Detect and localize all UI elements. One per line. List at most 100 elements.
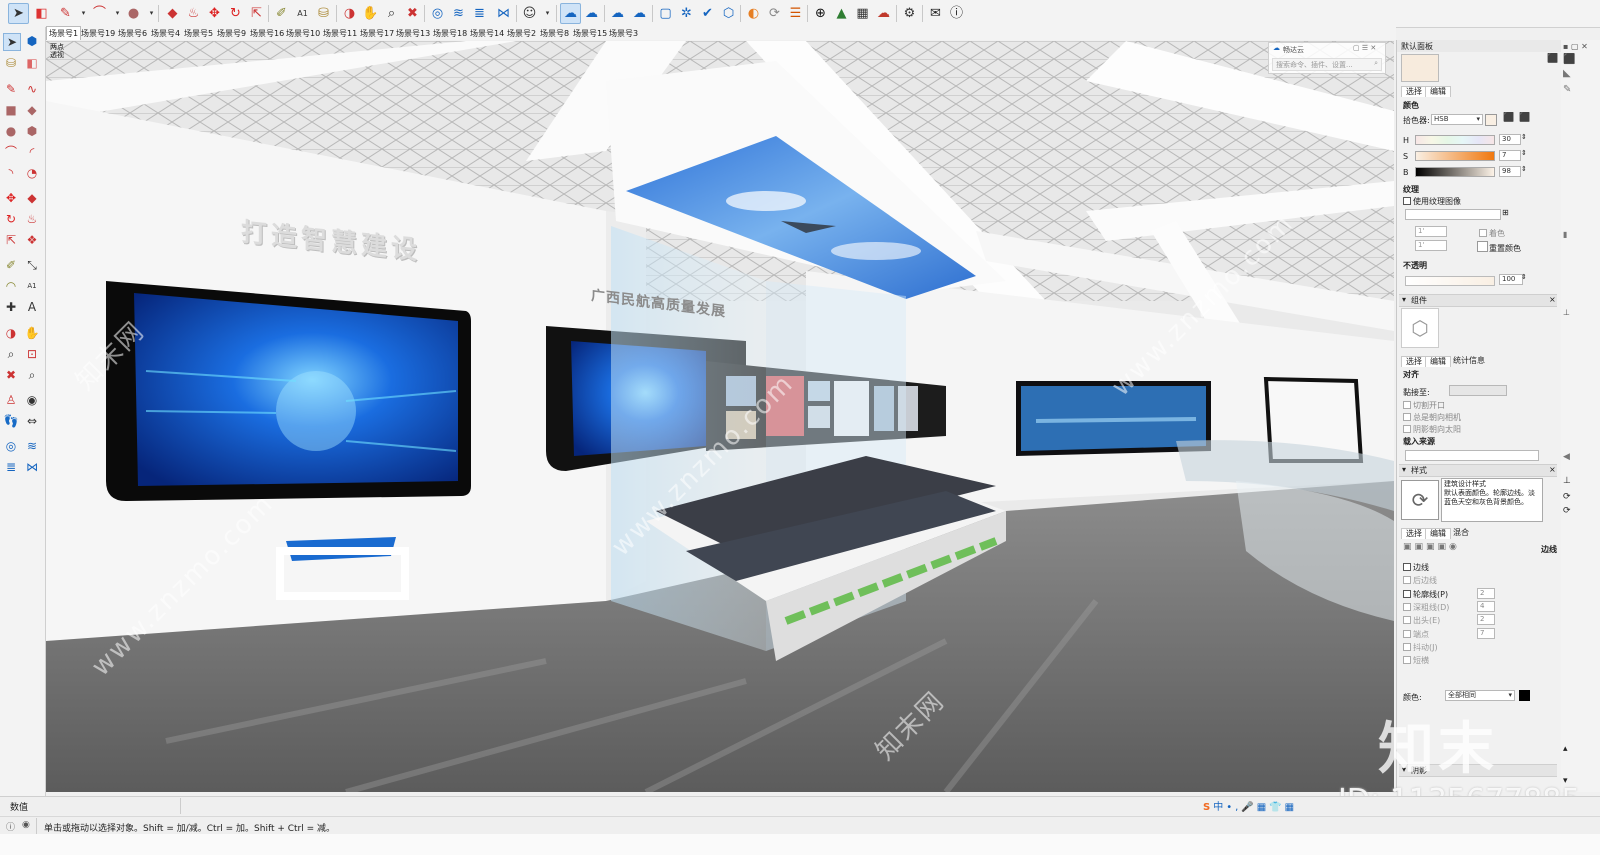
pencil-icon[interactable]: ✎ (3, 81, 19, 97)
pin-icon[interactable]: ⊥ (1563, 476, 1571, 486)
arc3-icon[interactable]: ◝ (3, 165, 19, 181)
zoom-extents-icon[interactable]: ✖ (3, 367, 19, 383)
select-icon[interactable]: ➤ (8, 3, 29, 24)
orbit-icon[interactable]: ◑ (3, 325, 19, 341)
stepper-icon[interactable]: ⇕ (1521, 165, 1527, 173)
section-icon[interactable]: ◎ (3, 438, 19, 454)
stepper-icon[interactable]: ⇕ (1521, 273, 1527, 281)
push-pull-icon[interactable]: ◆ (163, 4, 182, 23)
zoom-extents-icon[interactable]: ✖ (403, 4, 422, 23)
polygon-icon[interactable]: ⬢ (24, 123, 40, 139)
rotated-rectangle-icon[interactable]: ◆ (24, 102, 40, 118)
scene-tab[interactable]: 场景号17 (358, 27, 396, 40)
arc-icon[interactable]: ⌒ (3, 144, 19, 160)
model-viewport[interactable]: 两点 透视 打造智慧建设 广西民航高质量发展 ☁ 畅达云 ▢ ☰ ✕ 搜索命令、插… (46, 41, 1394, 792)
component-icon[interactable]: ⬡ (719, 4, 738, 23)
freehand-icon[interactable]: ∿ (24, 81, 40, 97)
s-slider[interactable] (1415, 151, 1495, 161)
tab-edit[interactable]: 编辑 (1425, 356, 1451, 367)
circle-icon[interactable]: ● (124, 4, 143, 23)
colorize-checkbox[interactable]: 着色 (1479, 228, 1505, 239)
checkbox[interactable] (1403, 563, 1411, 571)
scene-tab[interactable]: 场景号6 (116, 27, 149, 40)
scene-tab[interactable]: 场景号14 (468, 27, 506, 40)
edge-option-value[interactable]: 2 (1477, 614, 1495, 626)
checkbox[interactable] (1403, 576, 1411, 585)
gear-icon[interactable]: ✲ (677, 4, 696, 23)
axes-icon[interactable]: ✚ (3, 299, 19, 315)
scale-icon[interactable]: ⇱ (3, 232, 19, 248)
cloud-search-icon[interactable]: ☁ (582, 4, 601, 23)
h-input[interactable]: 30 (1499, 134, 1521, 145)
component-icon[interactable]: ⬢ (24, 33, 40, 49)
scene-tab[interactable]: 场景号1 (46, 26, 82, 40)
scene-tab[interactable]: 场景号19 (79, 27, 117, 40)
b-slider[interactable] (1415, 167, 1495, 177)
select-icon[interactable]: ➤ (3, 33, 21, 51)
tab-select[interactable]: 选择 (1401, 356, 1427, 367)
update-style-icon[interactable]: ⟳ (1563, 492, 1571, 502)
paint-bucket-icon[interactable]: ⛁ (3, 55, 19, 71)
mail-icon[interactable]: ✉ (926, 4, 945, 23)
edge-option-value[interactable]: 7 (1477, 627, 1495, 639)
sandbox-smoove-icon[interactable]: ⋈ (24, 459, 40, 475)
eraser-icon[interactable]: ◧ (32, 4, 51, 23)
push-pull-icon[interactable]: ◆ (24, 190, 40, 206)
component-preview-icon[interactable]: ⬡ (1401, 308, 1439, 348)
zoom-window-icon[interactable]: ⊡ (24, 346, 40, 362)
rectangle-icon[interactable]: ■ (3, 102, 19, 118)
load-from-input[interactable] (1405, 450, 1539, 461)
tab-mix[interactable]: 混合 (1449, 528, 1473, 538)
edge-option[interactable]: 深粗线(D) (1403, 602, 1449, 613)
layer-icon[interactable]: ≣ (3, 459, 19, 475)
scroll-up-icon[interactable]: ▴ (1563, 744, 1568, 754)
edge-option[interactable]: 端点 (1403, 629, 1429, 640)
cloud-sync-icon[interactable]: ☁ (630, 4, 649, 23)
glue-option-cut[interactable]: 切割开口 (1403, 400, 1445, 411)
picker-select[interactable]: HSB ▾ (1431, 114, 1483, 125)
edge-color-swatch[interactable] (1519, 690, 1530, 701)
zoom-icon[interactable]: ⌕ (3, 346, 19, 362)
pencil-icon[interactable]: ✎ (56, 4, 75, 23)
check-icon[interactable]: ✔ (698, 4, 717, 23)
scene-tab[interactable]: 场景号10 (284, 27, 322, 40)
scene-tab[interactable]: 场景号5 (182, 27, 215, 40)
chevron-down-icon[interactable]: ▾ (538, 4, 557, 23)
scene-tab[interactable]: 场景号13 (394, 27, 432, 40)
scene-tab[interactable]: 场景号8 (538, 27, 571, 40)
stepper-icon[interactable]: ⇕ (1521, 133, 1527, 141)
pan-icon[interactable]: ✋ (361, 4, 380, 23)
cube-icon[interactable]: ⬛ (1563, 54, 1575, 65)
follow-me-icon[interactable]: ♨ (184, 4, 203, 23)
tape-icon[interactable]: ✐ (3, 257, 19, 273)
edge-option[interactable]: 短横 (1403, 655, 1429, 666)
sandbox-smoove-icon[interactable]: ⋈ (494, 4, 513, 23)
sync-icon[interactable]: ⟳ (765, 4, 784, 23)
pan-icon[interactable]: ✋ (24, 325, 40, 341)
position-camera-icon[interactable]: ♙ (3, 392, 19, 408)
checkbox[interactable] (1403, 629, 1411, 638)
close-icon[interactable]: × (1549, 465, 1556, 474)
style-preview-icon[interactable]: ⟳ (1401, 480, 1439, 520)
text-icon[interactable]: A1 (24, 278, 40, 294)
section-icon[interactable]: ◎ (428, 4, 447, 23)
edge-color-select[interactable]: 全部相同 ▾ (1445, 690, 1515, 701)
tab-edit[interactable]: 编辑 (1425, 86, 1451, 97)
stepper-icon[interactable]: ⇕ (1521, 149, 1527, 157)
close-icon[interactable]: × (1549, 295, 1556, 304)
scene-tab[interactable]: 场景号15 (571, 27, 609, 40)
settings-icon[interactable]: ⚙ (900, 4, 919, 23)
section-plane-icon[interactable]: ⇔ (24, 413, 40, 429)
info-icon[interactable]: ⓘ (6, 820, 15, 833)
protractor-icon[interactable]: ◠ (3, 278, 19, 294)
opacity-slider[interactable] (1405, 276, 1495, 286)
tab-edit[interactable]: 编辑 (1425, 528, 1451, 539)
style-settings-icons[interactable]: ▣▣▣▣◉ (1403, 542, 1460, 552)
components-header[interactable]: ▾ 组件 × (1399, 294, 1557, 307)
orbit-icon[interactable]: ◑ (340, 4, 359, 23)
help-icon[interactable]: ◉ (22, 820, 30, 830)
info-icon[interactable]: ⓘ (947, 4, 966, 23)
pie-icon[interactable]: ◔ (24, 165, 40, 181)
eraser-icon[interactable]: ◧ (24, 55, 40, 71)
arrow-icon[interactable]: ◣ (1563, 68, 1571, 79)
